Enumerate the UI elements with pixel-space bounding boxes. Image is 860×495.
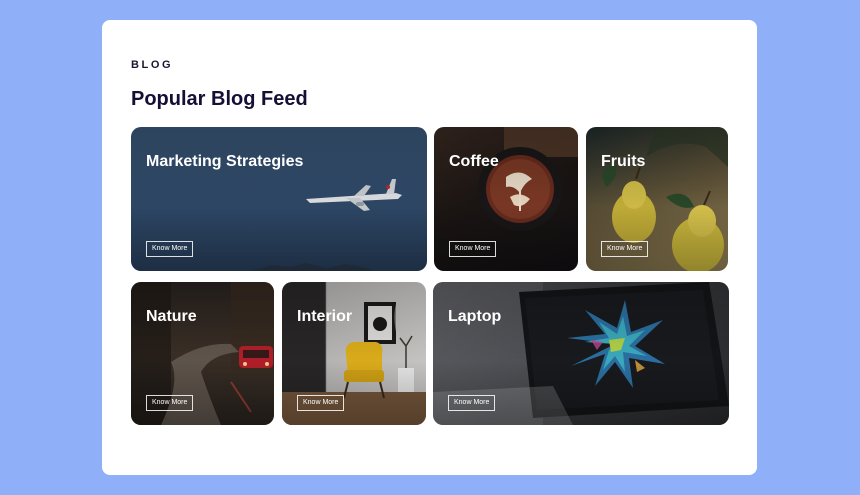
blog-card: BLOG Popular Blog Feed Marketing Strateg… (102, 20, 757, 475)
tile-title: Interior (297, 308, 353, 325)
section-title: Popular Blog Feed (131, 88, 308, 110)
tile-title: Nature (146, 308, 197, 325)
blog-tile-coffee[interactable]: Coffee Know More (434, 127, 578, 271)
tile-title: Laptop (448, 308, 502, 325)
know-more-button[interactable]: Know More (146, 241, 194, 257)
blog-tile-marketing[interactable]: Marketing Strategies Know More (131, 127, 427, 271)
tile-title: Coffee (449, 153, 499, 170)
section-eyebrow: BLOG (131, 59, 174, 71)
tile-title: Marketing Strategies (146, 153, 304, 170)
know-more-button[interactable]: Know More (449, 241, 497, 257)
blog-tile-nature[interactable]: Nature Know More (131, 282, 274, 425)
know-more-button[interactable]: Know More (297, 395, 345, 411)
blog-tile-interior[interactable]: Interior Know More (282, 282, 426, 425)
know-more-button[interactable]: Know More (601, 241, 649, 257)
know-more-button[interactable]: Know More (146, 395, 194, 411)
know-more-button[interactable]: Know More (448, 395, 496, 411)
blog-tile-fruits[interactable]: Fruits Know More (586, 127, 728, 271)
tile-title: Fruits (601, 153, 646, 170)
blog-tile-laptop[interactable]: Laptop Know More (433, 282, 729, 425)
